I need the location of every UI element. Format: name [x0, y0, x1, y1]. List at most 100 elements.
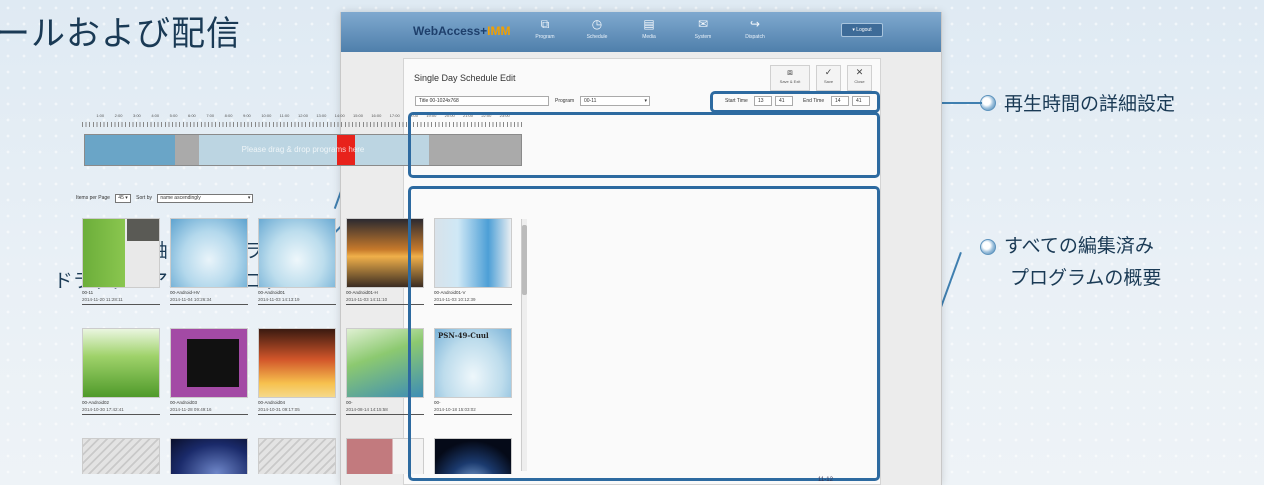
ruler-tick-label: 8:00: [224, 113, 233, 118]
ruler-tick-label: 14:00: [334, 113, 345, 118]
highlight-program-list: [408, 186, 880, 481]
logout-button[interactable]: ▾ Logout: [841, 23, 883, 37]
program-thumbnail: [258, 218, 336, 288]
save-label: Save: [823, 79, 834, 84]
close-label: Close: [854, 79, 865, 84]
nav-dispatch-label: Dispatch: [745, 34, 765, 40]
footer-number: 11-12: [818, 477, 833, 483]
callout-dot-overview: [980, 239, 996, 255]
program-thumbnail: [170, 438, 248, 474]
clock-icon: ◷: [591, 17, 603, 31]
items-per-page-label: Items per Page: [76, 195, 110, 201]
save-exit-button[interactable]: ⧈ Save & Exit: [770, 65, 810, 91]
divider: [170, 304, 248, 305]
sort-select[interactable]: name ascendingly ▾: [157, 194, 254, 203]
ruler-tick-label: 4:00: [151, 113, 160, 118]
close-icon: ✕: [855, 67, 864, 77]
highlight-time-settings: [710, 91, 880, 113]
save-button[interactable]: ✓ Save: [816, 65, 841, 91]
program-select-value: 00-11: [584, 98, 597, 104]
ruler-tick-label: 16:00: [371, 113, 382, 118]
list-filter-bar: Items per Page 45 ▾ Sort by name ascendi…: [76, 194, 257, 203]
callout-dot-time: [980, 95, 996, 111]
program-thumbnail: [82, 438, 160, 474]
sort-label: Sort by: [136, 195, 152, 201]
program-thumbnail: [258, 328, 336, 398]
ruler-tick-label: 5:00: [169, 113, 178, 118]
program-date: 2014-11-28 09:49:16: [170, 407, 212, 412]
nav-schedule[interactable]: ◷ Schedule: [577, 17, 617, 40]
items-per-page-value: 45: [118, 195, 124, 201]
ruler-tick-label: 11:00: [279, 113, 290, 118]
chevron-down-icon: ▾: [247, 195, 251, 201]
ruler-tick-label: 9:00: [243, 113, 251, 118]
top-navbar: WebAccess+IMM ⧉ Program ◷ Schedule ▤ Media …: [341, 12, 941, 52]
program-thumbnail: [170, 328, 248, 398]
program-thumbnail: [170, 218, 248, 288]
nav-dispatch[interactable]: ↪ Dispatch: [735, 17, 775, 40]
save-exit-icon: ⧈: [787, 67, 793, 77]
nav-media[interactable]: ▤ Media: [629, 17, 669, 40]
logo-main: WebAccess+: [413, 24, 488, 38]
callout-overview: すべての編集済み プログラムの概要: [1004, 230, 1161, 294]
ruler-tick-label: 3:00: [133, 113, 141, 118]
program-icon: ⧉: [540, 17, 550, 31]
nav-system-label: System: [694, 34, 712, 40]
page-heading: ールおよび配信: [0, 14, 241, 54]
highlight-timeline: [408, 112, 880, 178]
close-button[interactable]: ✕ Close: [847, 65, 872, 91]
nav-schedule-label: Schedule: [586, 34, 608, 40]
ruler-tick-label: 12:00: [298, 113, 309, 118]
program-date: 2014-11-20 11:28:11: [82, 297, 123, 302]
ruler-tick-label: 1:00: [96, 113, 105, 118]
program-name: 00-Android01-H: [346, 290, 378, 295]
ruler-tick-label: 17:00: [389, 113, 400, 118]
nav-media-label: Media: [642, 34, 656, 40]
program-name: 00-Android04: [258, 400, 286, 405]
sort-value: name ascendingly: [160, 195, 201, 201]
save-exit-label: Save & Exit: [779, 79, 801, 84]
ruler-tick-label: 15:00: [353, 113, 364, 118]
nav-program-label: Program: [535, 34, 555, 40]
app-logo: WebAccess+IMM: [413, 24, 510, 38]
program-thumbnail: [82, 218, 160, 288]
program-date: 2014-08-14 14:15:58: [346, 407, 388, 412]
dispatch-icon: ↪: [749, 17, 761, 31]
program-name: 00-Android01: [258, 290, 286, 295]
program-label: Program: [555, 98, 575, 104]
system-icon: ✉: [697, 17, 709, 31]
callout-overview-line1: すべての編集済み: [1004, 235, 1154, 257]
divider: [82, 414, 160, 415]
ruler-tick-label: 10:00: [261, 113, 272, 118]
program-date: 2014-10-31 09:17:05: [258, 407, 300, 412]
nav-program[interactable]: ⧉ Program: [525, 17, 565, 40]
logo-suffix: IMM: [487, 24, 511, 38]
ruler-tick-label: 2:00: [114, 113, 123, 118]
divider: [82, 304, 160, 305]
media-icon: ▤: [643, 17, 655, 31]
panel-title: Single Day Schedule Edit: [414, 73, 516, 83]
program-thumbnail: [258, 438, 336, 474]
ruler-tick-label: 13:00: [316, 113, 327, 118]
ruler-tick-label: 6:00: [188, 113, 196, 118]
program-date: 2014-10-30 17:42:41: [82, 407, 124, 412]
ruler-tick-label: 7:00: [206, 113, 215, 118]
program-name: 00-Android03: [170, 400, 198, 405]
divider: [170, 414, 248, 415]
program-date: 2014-11-04 10:26:34: [170, 297, 212, 302]
items-per-page-select[interactable]: 45 ▾: [115, 194, 131, 203]
program-name: 00-Android02: [82, 400, 110, 405]
nav-system[interactable]: ✉ System: [683, 17, 723, 40]
callout-overview-line2: プログラムの概要: [1010, 267, 1162, 289]
program-name: 00-: [346, 400, 353, 405]
program-name: 00-11: [82, 290, 94, 295]
divider: [258, 304, 336, 305]
chevron-down-icon: ▾: [644, 98, 647, 104]
divider: [258, 414, 336, 415]
program-date: 2014-11-03 14:11:10: [346, 297, 388, 302]
program-date: 2014-11-03 14:13:19: [258, 297, 300, 302]
title-field[interactable]: Title 00-1024x768: [415, 96, 549, 106]
callout-time-detail: 再生時間の詳細設定: [1004, 93, 1176, 115]
program-name: 00-Android-HV: [170, 290, 200, 295]
program-select[interactable]: 00-11 ▾: [580, 96, 650, 106]
